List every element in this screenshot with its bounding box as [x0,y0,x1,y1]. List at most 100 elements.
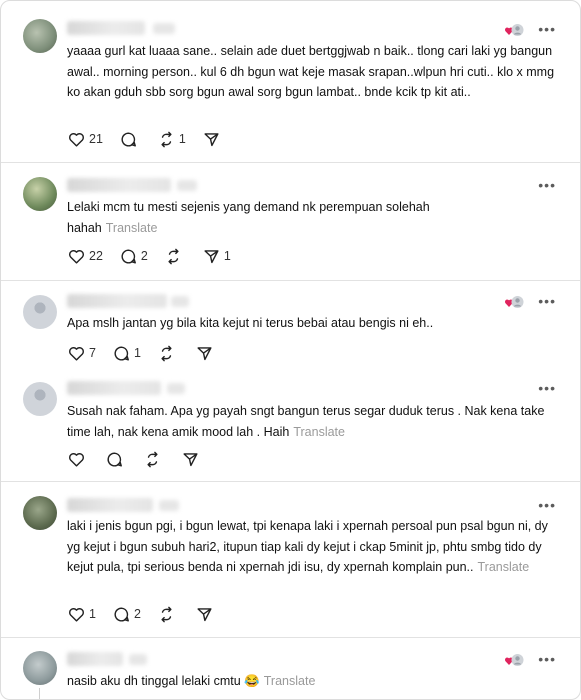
more-options-button[interactable]: ••• [538,294,556,308]
heart-icon [69,452,84,467]
like-button[interactable]: 22 [67,247,107,266]
post-actions: 22 2 1 [67,246,247,266]
translate-link[interactable]: Translate [478,560,530,574]
share-button[interactable] [181,450,207,469]
repost-icon [161,131,172,147]
reply-button[interactable] [119,130,145,149]
reply-count: 2 [140,249,148,263]
reply-button[interactable]: 1 [112,344,145,363]
timestamp [177,180,197,191]
more-options-button[interactable]: ••• [538,178,556,192]
like-count: 22 [89,249,103,263]
repost-button[interactable] [157,344,183,363]
liked-by-author-icon [505,24,524,36]
post-text: Susah nak faham. Apa yg payah sngt bangu… [67,401,557,442]
post-text: nasib aku dh tinggal lelaki cmtu 😂 Transl… [67,671,557,692]
avatar[interactable] [23,651,57,685]
more-options-button[interactable]: ••• [538,652,556,666]
share-button[interactable] [202,130,228,149]
timestamp [171,296,189,307]
username[interactable] [67,652,123,666]
share-count: 1 [223,249,231,263]
reply-count: 2 [133,607,141,621]
reply-button[interactable]: 2 [119,247,152,266]
repost-button[interactable] [143,450,169,469]
timestamp [167,383,185,394]
repost-icon [161,345,172,361]
repost-icon [168,248,179,264]
heart-icon [69,132,84,147]
liked-by-author-icon [505,296,524,308]
avatar[interactable] [23,496,57,530]
like-button[interactable] [67,450,93,469]
send-icon [204,249,219,263]
avatar[interactable] [23,177,57,211]
reply-button[interactable] [105,450,131,469]
send-icon [204,132,219,146]
thread-line [39,688,40,699]
username[interactable] [67,178,171,192]
repost-button[interactable] [164,247,190,266]
post: ••• laki i jenis bgun pgi, i bgun lewat,… [1,482,580,638]
post: ••• Apa mslh jantan yg bila kita kejut n… [1,281,580,364]
comment-icon [121,248,136,264]
heart-icon [69,607,84,622]
translate-link[interactable]: Translate [106,221,158,235]
like-button[interactable]: 1 [67,605,100,624]
heart-icon [69,249,84,264]
avatar[interactable] [23,295,57,329]
post-text: Lelaki mcm tu mesti sejenis yang demand … [67,197,477,238]
send-icon [183,452,198,466]
timestamp [153,23,175,34]
repost-button[interactable]: 1 [157,130,190,149]
heart-icon [69,346,84,361]
username[interactable] [67,21,145,35]
like-count: 7 [89,346,96,360]
translate-link[interactable]: Translate [264,674,316,688]
post-text-body: Apa mslh jantan yg bila kita kejut ni te… [67,316,434,330]
post-actions: 21 1 [67,129,240,149]
repost-count: 1 [178,132,186,146]
share-button[interactable]: 1 [202,247,235,266]
comment-icon [114,345,129,361]
comment-icon [107,451,122,467]
send-icon [197,346,212,360]
post-text: yaaaa gurl kat luaaa sane.. selain ade d… [67,41,557,103]
liked-by-author-icon [505,654,524,666]
repost-icon [161,606,172,622]
send-icon [197,607,212,621]
post-text: laki i jenis bgun pgi, i bgun lewat, tpi… [67,516,557,578]
more-options-button[interactable]: ••• [538,381,556,395]
avatar[interactable] [23,19,57,53]
avatar[interactable] [23,382,57,416]
like-count: 1 [89,607,96,621]
post: ••• Susah nak faham. Apa yg payah sngt b… [1,364,580,482]
post-text: Apa mslh jantan yg bila kita kejut ni te… [67,313,557,334]
share-button[interactable] [195,605,221,624]
post: ••• nasib aku dh tinggal lelaki cmtu 😂 Tr… [1,638,580,699]
post: ••• Lelaki mcm tu mesti sejenis yang dem… [1,163,580,281]
post-actions [67,449,219,469]
like-button[interactable]: 21 [67,130,107,149]
post-actions: 1 2 [67,604,233,624]
like-button[interactable]: 7 [67,344,100,363]
post-actions: 7 1 [67,343,233,363]
share-button[interactable] [195,344,221,363]
post-text-body: nasib aku dh tinggal lelaki cmtu 😂 [67,674,260,688]
reply-count: 1 [133,346,141,360]
reply-button[interactable]: 2 [112,605,145,624]
post: ••• yaaaa gurl kat luaaa sane.. selain a… [1,1,580,163]
repost-button[interactable] [157,605,183,624]
more-options-button[interactable]: ••• [538,498,556,512]
post-text-body: yaaaa gurl kat luaaa sane.. selain ade d… [67,44,555,99]
username[interactable] [67,498,153,512]
threads-reply-list: ••• yaaaa gurl kat luaaa sane.. selain a… [0,0,581,700]
timestamp [159,500,179,511]
comment-icon [114,606,129,622]
more-options-button[interactable]: ••• [538,22,556,36]
translate-link[interactable]: Translate [293,425,345,439]
username[interactable] [67,294,167,308]
like-count: 21 [89,132,103,146]
repost-icon [147,451,158,467]
username[interactable] [67,381,161,395]
